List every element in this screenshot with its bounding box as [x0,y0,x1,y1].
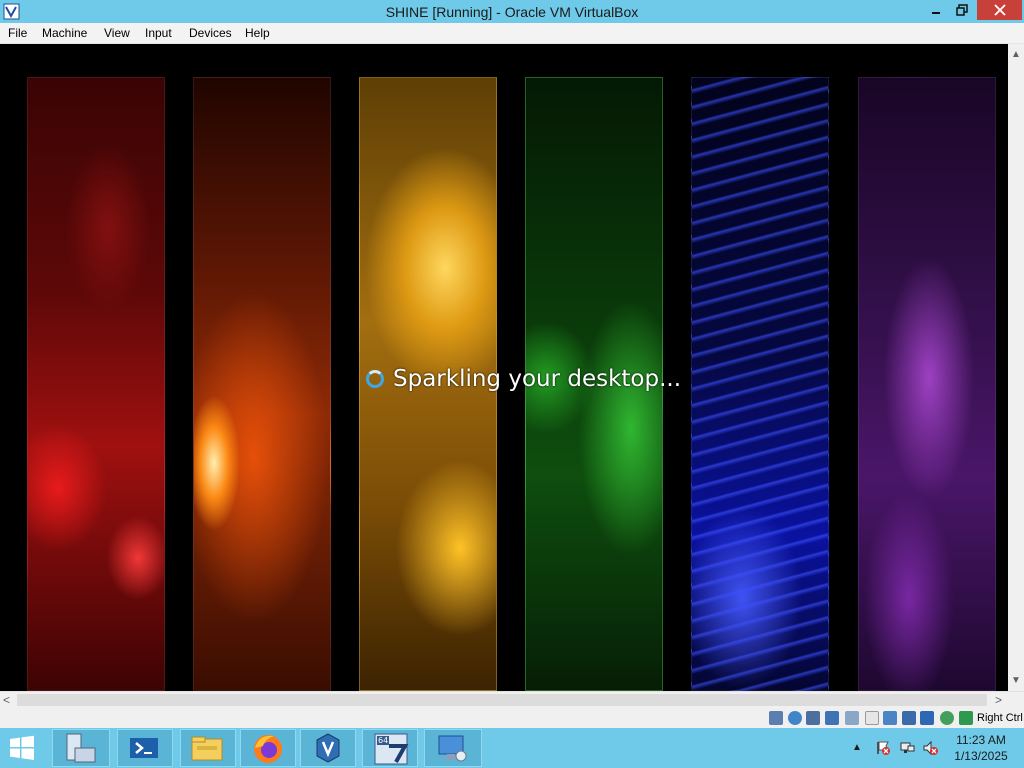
taskbar-powershell[interactable] [117,729,173,767]
vm-display[interactable]: Sparkling your desktop... [0,44,1008,691]
keyboard-icon[interactable] [959,711,973,725]
network-icon[interactable] [825,711,839,725]
taskbar-server-manager[interactable] [52,729,110,767]
clock-time[interactable]: 11:23 AM [940,733,1022,747]
taskbar-virtualbox[interactable] [300,729,356,767]
scroll-thumb[interactable] [17,694,987,706]
loading-spinner-icon [366,370,384,388]
minimize-button[interactable] [922,0,949,20]
menu-help[interactable]: Help [245,26,270,40]
wallpaper-panel-blue [691,77,829,691]
wallpaper-panel-orange [193,77,331,691]
scroll-down-icon[interactable]: ▼ [1008,676,1024,686]
window-title: SHINE [Running] - Oracle VM VirtualBox [385,4,639,20]
remote-desktop-icon [438,735,467,762]
powershell-icon [130,738,158,758]
windows7-64bit-vm-icon: 64 [374,733,409,765]
close-icon [993,4,1006,16]
scroll-right-icon[interactable]: > [995,693,1002,707]
taskbar-remote-desktop[interactable] [424,729,482,767]
boot-message: Sparkling your desktop... [393,366,682,392]
menu-input[interactable]: Input [145,26,172,40]
video-capture-icon[interactable] [902,711,916,725]
wallpaper-panel-purple [858,77,996,691]
wallpaper-panel-red [27,77,165,691]
menu-file[interactable]: File [8,26,27,40]
menu-machine[interactable]: Machine [42,26,87,40]
host-key-label: Right Ctrl [977,712,1023,724]
server-manager-icon [66,733,96,763]
minimize-icon [931,12,940,14]
scroll-left-icon[interactable]: < [3,693,10,707]
title-bar[interactable]: SHINE [Running] - Oracle VM VirtualBox [0,0,1024,23]
windows-start-icon[interactable] [6,732,38,764]
network-icon[interactable] [899,740,915,756]
file-explorer-icon [191,736,223,761]
globe-icon[interactable] [940,711,954,725]
taskbar: 64 ▲ 11:23 AM 1/13/2025 [0,728,1024,768]
display-icon[interactable] [883,711,897,725]
vm-status-bar: Right Ctrl [0,708,1024,728]
taskbar-file-explorer[interactable] [180,729,236,767]
taskbar-windows7-vm[interactable]: 64 [362,729,418,767]
restore-icon [956,4,968,16]
menu-view[interactable]: View [104,26,130,40]
optical-disk-icon[interactable] [788,711,802,725]
taskbar-firefox[interactable] [240,729,296,767]
svg-text:64: 64 [378,736,388,745]
speaker-muted-icon[interactable] [922,740,938,756]
scroll-up-icon[interactable]: ▲ [1008,50,1024,60]
restore-button[interactable] [949,0,975,20]
show-hidden-icons-icon[interactable]: ▲ [852,742,862,753]
menu-bar: File Machine View Input Devices Help [0,23,1024,44]
flag-icon[interactable] [875,740,891,756]
clock-date[interactable]: 1/13/2025 [940,749,1022,763]
audio-icon[interactable] [806,711,820,725]
mouse-integration-icon[interactable] [920,711,934,725]
hard-disk-icon[interactable] [769,711,783,725]
close-button[interactable] [977,0,1022,20]
usb-icon[interactable] [845,711,859,725]
horizontal-scrollbar[interactable]: < > [0,691,1024,708]
vertical-scrollbar[interactable]: ▲ ▼ [1008,44,1024,691]
virtualbox-icon [316,733,340,763]
shared-folders-icon[interactable] [865,711,879,725]
firefox-icon [254,735,282,763]
menu-devices[interactable]: Devices [189,26,232,40]
